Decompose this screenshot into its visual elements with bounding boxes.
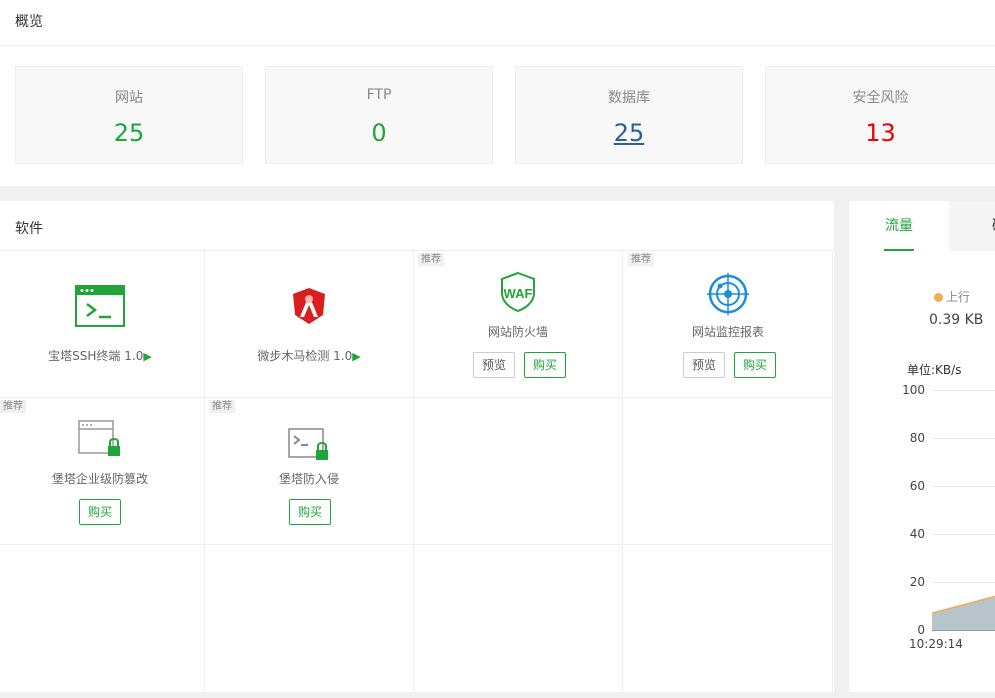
buy-button[interactable]: 购买 [289,499,332,525]
software-slot-empty [205,545,414,692]
software-item-tamper-protection[interactable]: 推荐 堡塔企业级防篡改 购买 [0,398,205,545]
recommend-badge: 推荐 [418,253,444,266]
terminal-icon [75,285,125,331]
software-name: 堡塔企业级防篡改 [51,472,148,486]
divider [0,45,995,46]
shield-icon [291,287,327,329]
grid-line [932,534,995,535]
software-item-waf[interactable]: 推荐 WAF 网站防火墙 预览 购买 [414,251,623,398]
recommend-badge: 推荐 [628,253,654,266]
stat-card-database[interactable]: 数据库 25 [515,66,743,164]
stat-value[interactable]: 25 [16,119,242,147]
upstream-value: 0.39 KB [929,312,984,328]
stat-label: 安全风险 [852,90,909,106]
software-name[interactable]: 宝塔SSH终端 1.0▶ [0,347,204,364]
terminal-lock-icon [288,428,330,466]
buy-button[interactable]: 购买 [524,352,567,378]
stat-label: 网站 [115,90,143,106]
y-tick-label: 0 [917,623,925,637]
x-axis-line [932,630,995,631]
software-slot-empty [624,398,833,545]
y-tick-label: 20 [909,575,925,589]
preview-button[interactable]: 预览 [473,352,516,378]
software-panel: 软件 宝塔SSH终端 1.0▶ 微步木马检测 1.0▶ 推荐 WAF 网站防火墙… [0,201,834,692]
stat-value[interactable]: 0 [266,119,492,147]
software-name: 堡塔防入侵 [278,472,339,486]
upstream-area [932,596,995,630]
x-tick-label: 10:29:14 [909,637,963,651]
y-tick-label: 80 [909,431,925,445]
software-item-ssh-terminal[interactable]: 宝塔SSH终端 1.0▶ [0,251,205,398]
stat-card-ftp[interactable]: FTP 0 [265,66,493,164]
y-tick-label: 60 [909,479,925,493]
software-item-site-monitor[interactable]: 推荐 网站监控报表 预览 购买 [624,251,833,398]
recommend-badge: 推荐 [0,400,26,413]
browser-lock-icon [78,420,122,462]
tab-disk[interactable]: 磁 [979,201,995,251]
waf-shield-icon: WAF [499,271,537,317]
grid-line [932,438,995,439]
upstream-legend: 上行 [934,288,970,305]
tab-traffic[interactable]: 流量 [849,201,949,251]
recommend-badge: 推荐 [209,400,235,413]
software-slot-empty [414,398,623,545]
stat-card-security-risk[interactable]: 安全风险 13 [765,66,995,164]
stat-value[interactable]: 13 [766,119,995,147]
y-tick-label: 40 [909,527,925,541]
play-icon: ▶ [143,350,152,363]
software-slot-empty [414,545,623,692]
software-slot-empty [624,545,833,692]
traffic-panel: 流量 磁 上行 0.39 KB 单位:KB/s 100 80 60 40 20 … [849,201,995,692]
buy-button[interactable]: 购买 [79,499,122,525]
stat-card-sites[interactable]: 网站 25 [15,66,243,164]
grid-line [932,390,995,391]
stat-value-link[interactable]: 25 [516,119,742,147]
software-item-trojan-detect[interactable]: 微步木马检测 1.0▶ [205,251,414,398]
overview-panel: 概览 网站 25 FTP 0 数据库 25 安全风险 13 [0,0,995,186]
software-slot-empty [0,545,205,692]
overview-title: 概览 [15,14,43,30]
upstream-dot-icon [934,293,943,302]
play-icon: ▶ [352,350,361,363]
radar-icon [707,273,749,319]
software-title: 软件 [15,221,43,237]
software-name[interactable]: 微步木马检测 1.0▶ [205,347,413,364]
chart-unit-label: 单位:KB/s [907,363,962,377]
y-tick-label: 100 [902,383,925,397]
buy-button[interactable]: 购买 [734,352,777,378]
software-item-intrusion-prevention[interactable]: 推荐 堡塔防入侵 购买 [205,398,414,545]
software-name: 网站监控报表 [691,325,764,339]
grid-line [932,582,995,583]
traffic-tabs: 流量 磁 [849,201,995,251]
grid-line [932,486,995,487]
software-name: 网站防火墙 [487,325,548,339]
stat-label: 数据库 [608,90,650,106]
traffic-area-chart [932,595,995,630]
stat-label: FTP [366,87,392,103]
preview-button[interactable]: 预览 [683,352,726,378]
svg-text:WAF: WAF [504,286,533,301]
